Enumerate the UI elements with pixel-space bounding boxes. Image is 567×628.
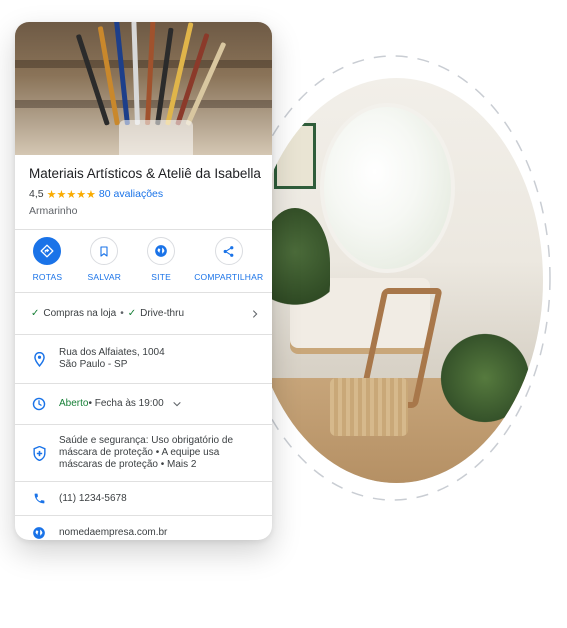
website-url: nomedaempresa.com.br bbox=[59, 526, 168, 538]
check-icon: ✓ bbox=[31, 308, 40, 319]
phone-row[interactable]: (11) 1234-5678 bbox=[15, 482, 272, 515]
safety-row[interactable]: Saúde e segurança: Uso obrigatório de má… bbox=[15, 425, 272, 481]
chevron-down-icon[interactable] bbox=[172, 399, 182, 409]
business-category: Armarinho bbox=[29, 205, 78, 217]
action-bar: ROTAS SALVAR SITE COMPARTILHAR bbox=[15, 230, 272, 292]
open-status: Aberto bbox=[59, 398, 89, 409]
directions-icon bbox=[40, 244, 54, 258]
store-photo bbox=[15, 22, 272, 155]
save-button[interactable]: SALVAR bbox=[76, 230, 133, 282]
directions-button[interactable]: ROTAS bbox=[19, 230, 76, 282]
hours-row[interactable]: Aberto • Fecha às 19:00 bbox=[15, 384, 272, 424]
globe-icon bbox=[155, 245, 167, 257]
service-drive-thru: Drive-thru bbox=[140, 308, 185, 319]
chevron-right-icon bbox=[252, 309, 258, 318]
services-row[interactable]: ✓ Compras na loja • ✓ Drive-thru bbox=[15, 293, 272, 334]
store-interior-photo bbox=[250, 78, 543, 483]
phone-number: (11) 1234-5678 bbox=[59, 492, 127, 504]
separator-dot: • bbox=[120, 308, 124, 319]
safety-text: Saúde e segurança: Uso obrigatório de má… bbox=[59, 435, 234, 470]
directions-label: ROTAS bbox=[32, 272, 63, 282]
address-row[interactable]: Rua dos Alfaiates, 1004 São Paulo - SP bbox=[15, 335, 272, 383]
rating-row: 4,5 ★★★★★ 80 avaliações bbox=[29, 187, 258, 201]
clock-icon bbox=[32, 397, 46, 411]
location-pin-icon bbox=[33, 351, 45, 367]
address-line-1: Rua dos Alfaiates, 1004 bbox=[59, 347, 165, 358]
business-profile-card: Materiais Artísticos & Ateliê da Isabell… bbox=[15, 22, 272, 540]
website-button[interactable]: SITE bbox=[133, 230, 190, 282]
business-name: Materiais Artísticos & Ateliê da Isabell… bbox=[29, 166, 261, 181]
address-line-2: São Paulo - SP bbox=[59, 359, 128, 370]
phone-icon bbox=[34, 493, 44, 504]
globe-icon bbox=[33, 526, 45, 539]
share-label: COMPARTILHAR bbox=[194, 272, 264, 282]
check-icon: ✓ bbox=[127, 308, 137, 319]
website-row[interactable]: nomedaempresa.com.br bbox=[15, 516, 272, 540]
service-in-store-shopping: Compras na loja bbox=[43, 308, 117, 319]
star-rating-icon: ★★★★★ bbox=[46, 188, 96, 201]
rating-value: 4,5 bbox=[29, 188, 44, 200]
share-icon bbox=[223, 245, 234, 257]
website-label: SITE bbox=[151, 272, 171, 282]
bookmark-icon bbox=[100, 245, 108, 257]
closing-time: • Fecha às 19:00 bbox=[88, 398, 164, 409]
save-label: SALVAR bbox=[87, 272, 122, 282]
reviews-link[interactable]: 80 avaliações bbox=[99, 188, 163, 200]
share-button[interactable]: COMPARTILHAR bbox=[190, 230, 268, 282]
health-shield-icon bbox=[32, 445, 46, 461]
